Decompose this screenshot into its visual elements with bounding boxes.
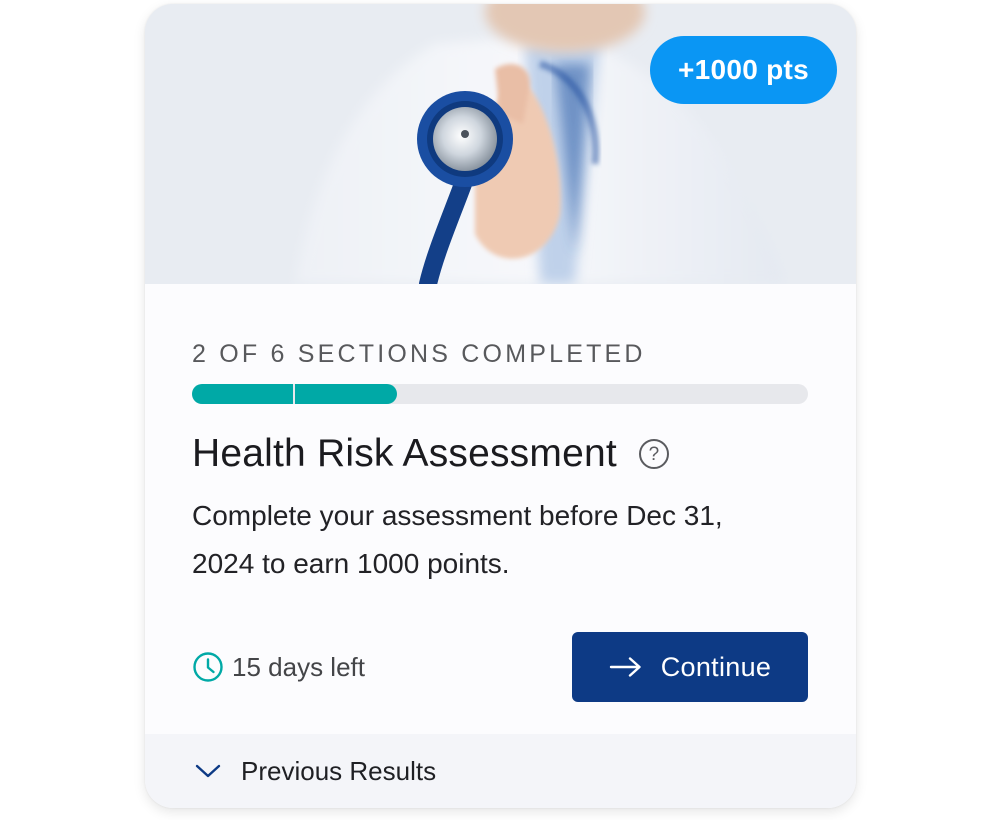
arrow-right-icon	[609, 657, 641, 677]
title-row: Health Risk Assessment ?	[192, 432, 669, 476]
time-left: 15 days left	[192, 651, 365, 683]
card-title: Health Risk Assessment	[192, 432, 617, 475]
continue-button[interactable]: Continue	[572, 632, 808, 702]
previous-results-toggle[interactable]: Previous Results	[145, 734, 856, 808]
previous-results-label: Previous Results	[241, 755, 437, 786]
clock-icon	[193, 652, 223, 682]
chevron-down-icon	[195, 764, 221, 778]
progress-segment-filled	[192, 384, 293, 404]
hero-image: +1000 pts	[145, 4, 856, 284]
card-description: Complete your assessment before Dec 31, …	[192, 500, 723, 579]
help-circle-icon[interactable]: ?	[638, 439, 669, 469]
points-badge: +1000 pts	[650, 36, 837, 104]
progress-label: 2 of 6 sections completed	[192, 340, 646, 368]
continue-button-label: Continue	[660, 651, 772, 682]
progress-bar	[192, 384, 808, 404]
progress-segment-filled	[294, 384, 398, 404]
health-risk-assessment-card: +1000 pts 2 of 6 sections completed Heal…	[145, 4, 856, 808]
time-left-text: 15 days left	[232, 651, 365, 682]
card-body: 2 of 6 sections completed Health Risk As…	[145, 284, 856, 734]
